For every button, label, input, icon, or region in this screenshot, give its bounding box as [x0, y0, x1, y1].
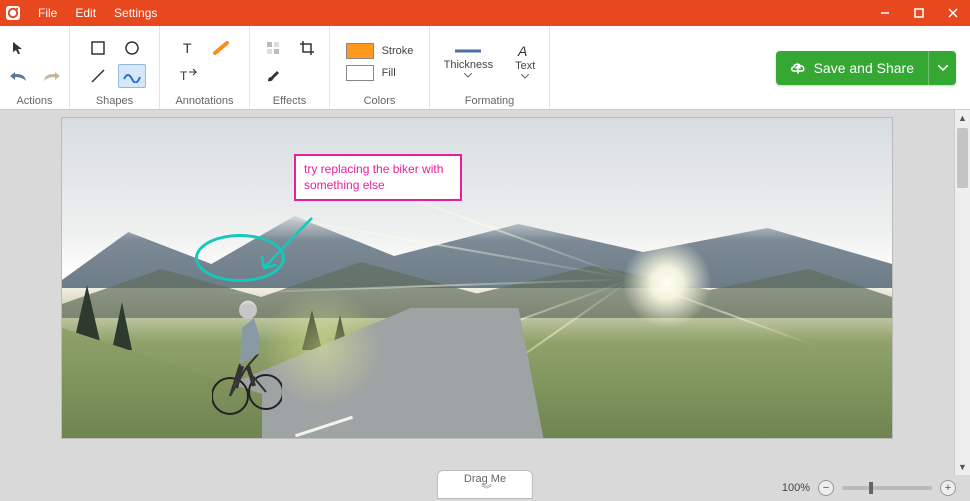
zoom-slider[interactable]: [842, 486, 932, 490]
zoom-in-button[interactable]: +: [940, 480, 956, 496]
maximize-button[interactable]: [902, 0, 936, 26]
titlebar: File Edit Settings: [0, 0, 970, 26]
save-dropdown-toggle[interactable]: [928, 51, 956, 85]
group-label-colors: Colors: [364, 95, 396, 107]
redo-button[interactable]: [38, 64, 66, 88]
cloud-upload-icon: [790, 60, 806, 76]
zoom-controls: 100% − +: [782, 480, 970, 496]
text-format-dropdown[interactable]: A Text: [511, 42, 539, 81]
save-share-button[interactable]: Save and Share: [776, 51, 956, 85]
toolbar-ribbon: Actions Shapes T T Annotations: [0, 26, 970, 110]
save-button-label: Save and Share: [814, 60, 914, 76]
rectangle-tool[interactable]: [84, 36, 112, 60]
scroll-up-button[interactable]: ▲: [955, 110, 970, 126]
svg-text:T: T: [180, 69, 188, 83]
annotation-text: try replacing the biker with something e…: [304, 162, 443, 192]
chevron-down-icon: [521, 74, 529, 79]
brush-tool[interactable]: [259, 64, 287, 88]
scroll-thumb[interactable]: [957, 128, 968, 188]
group-effects: Effects: [250, 26, 330, 109]
minimize-button[interactable]: [868, 0, 902, 26]
line-tool[interactable]: [84, 64, 112, 88]
annotation-arrow[interactable]: [252, 213, 322, 283]
stroke-label: Stroke: [382, 45, 414, 57]
zoom-out-button[interactable]: −: [818, 480, 834, 496]
pointer-tool[interactable]: [4, 36, 32, 60]
zoom-level: 100%: [782, 482, 810, 494]
highlighter-tool[interactable]: [208, 36, 236, 60]
edited-image[interactable]: try replacing the biker with something e…: [62, 118, 892, 438]
annotation-textbox[interactable]: try replacing the biker with something e…: [294, 154, 462, 201]
menu-bar: File Edit Settings: [30, 2, 165, 24]
close-button[interactable]: [936, 0, 970, 26]
group-label-actions: Actions: [16, 95, 52, 107]
scroll-down-button[interactable]: ▼: [955, 459, 970, 475]
group-actions: Actions: [0, 26, 70, 109]
undo-button[interactable]: [4, 64, 32, 88]
text-arrow-tool[interactable]: T: [174, 64, 202, 88]
crop-tool[interactable]: [293, 36, 321, 60]
chevron-down-icon: [464, 73, 472, 78]
group-label-shapes: Shapes: [96, 95, 133, 107]
group-label-formatting: Formating: [465, 95, 515, 107]
canvas-viewport[interactable]: try replacing the biker with something e…: [0, 110, 954, 475]
save-area: Save and Share: [776, 26, 970, 109]
fill-color-swatch[interactable]: [346, 65, 374, 81]
fill-label: Fill: [382, 67, 396, 79]
menu-edit[interactable]: Edit: [67, 2, 104, 24]
blur-tool[interactable]: [259, 36, 287, 60]
text-format-label: Text: [515, 60, 535, 72]
zoom-slider-thumb[interactable]: [869, 482, 873, 494]
ellipse-tool[interactable]: [118, 36, 146, 60]
group-annotations: T T Annotations: [160, 26, 250, 109]
group-formatting: Thickness A Text Formating: [430, 26, 550, 109]
freehand-tool[interactable]: [118, 64, 146, 88]
menu-settings[interactable]: Settings: [106, 2, 165, 24]
status-bar: Drag Me ︾ 100% − +: [0, 475, 970, 501]
group-colors: Stroke Fill Colors: [330, 26, 430, 109]
svg-text:T: T: [183, 40, 192, 56]
thickness-dropdown[interactable]: Thickness: [440, 43, 498, 80]
svg-text:A: A: [517, 44, 527, 58]
window-controls: [868, 0, 970, 26]
chevron-down-double-icon: ︾: [481, 485, 489, 496]
group-label-annotations: Annotations: [175, 95, 233, 107]
group-label-effects: Effects: [273, 95, 306, 107]
canvas-area: try replacing the biker with something e…: [0, 110, 970, 475]
vertical-scrollbar[interactable]: ▲ ▼: [954, 110, 970, 475]
scroll-track[interactable]: [955, 126, 970, 459]
group-shapes: Shapes: [70, 26, 160, 109]
drag-handle[interactable]: Drag Me ︾: [437, 470, 533, 499]
text-tool[interactable]: T: [174, 36, 202, 60]
stroke-color-swatch[interactable]: [346, 43, 374, 59]
chevron-down-icon: [938, 65, 948, 71]
thickness-label: Thickness: [444, 59, 494, 71]
app-logo-icon: [0, 0, 26, 26]
menu-file[interactable]: File: [30, 2, 65, 24]
